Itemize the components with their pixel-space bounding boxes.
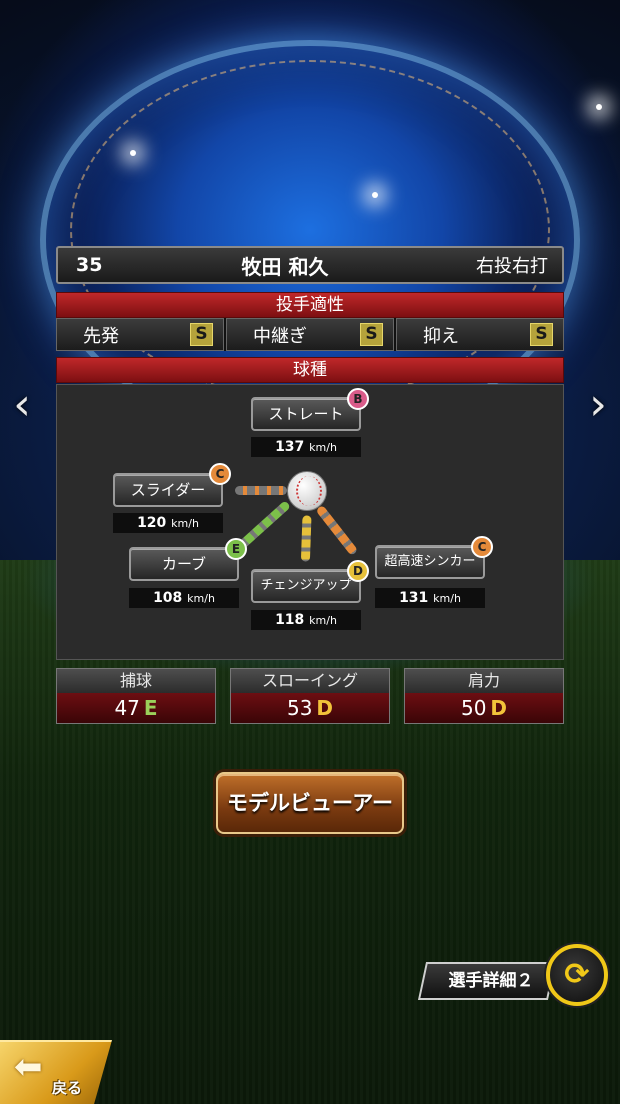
- pitch-speed: 118 km/h: [251, 610, 361, 630]
- aptitude-section-title: 投手適性: [56, 292, 564, 318]
- pitch-direction-slider: [235, 486, 287, 495]
- grade-badge: S: [190, 323, 213, 346]
- stat-throwing: スローイング 53 D: [230, 668, 390, 724]
- player-number: 35: [76, 254, 103, 276]
- grade-badge: S: [360, 323, 383, 346]
- stat-value: 47 E: [57, 693, 215, 723]
- pitch-speed: 120 km/h: [113, 513, 223, 533]
- grade-badge: S: [530, 323, 553, 346]
- pitch-button-changeup[interactable]: チェンジアップ: [251, 569, 361, 603]
- pitch-direction-sinker: [315, 504, 359, 556]
- player-header: 35 牧田 和久 右投右打: [56, 246, 564, 284]
- player-name: 牧田 和久: [241, 254, 329, 279]
- baseball-icon: [287, 471, 327, 511]
- aptitude-row: 先発 S 中継ぎ S 抑え S: [56, 318, 564, 351]
- pitch-grade-badge: E: [225, 538, 247, 560]
- stat-arm-strength: 肩力 50 D: [404, 668, 564, 724]
- pitch-button-slider[interactable]: スライダー: [113, 473, 223, 507]
- throw-bat-type: 右投右打: [476, 256, 548, 277]
- stat-catching: 捕球 47 E: [56, 668, 216, 724]
- stat-value: 50 D: [405, 693, 563, 723]
- back-label[interactable]: 戻る: [52, 1077, 92, 1099]
- pitch-button-super-sinker[interactable]: 超高速シンカー: [375, 545, 485, 579]
- pitch-speed: 108 km/h: [129, 588, 239, 608]
- pitch-speed: 137 km/h: [251, 437, 361, 457]
- stat-value: 53 D: [231, 693, 389, 723]
- pitch-chart-panel: ストレート B 137 km/h スライダー C 120 km/h カーブ E …: [56, 384, 564, 660]
- stat-label: 捕球: [57, 669, 215, 693]
- aptitude-label: 中継ぎ: [253, 325, 307, 347]
- pitch-button-straight[interactable]: ストレート: [251, 397, 361, 431]
- pitch-direction-changeup: [300, 515, 312, 562]
- pitch-grade-badge: C: [209, 463, 231, 485]
- model-viewer-button[interactable]: モデルビューアー: [216, 772, 404, 834]
- chevron-right-icon[interactable]: ›: [580, 382, 616, 428]
- aptitude-starter: 先発 S: [56, 318, 224, 351]
- stat-label: スローイング: [231, 669, 389, 693]
- stat-label: 肩力: [405, 669, 563, 693]
- pitch-grade-badge: D: [347, 560, 369, 582]
- pitch-grade-badge: C: [471, 536, 493, 558]
- aptitude-closer: 抑え S: [396, 318, 564, 351]
- pitch-grade-badge: B: [347, 388, 369, 410]
- aptitude-middle-relief: 中継ぎ S: [226, 318, 394, 351]
- player-detail-label[interactable]: 選手詳細２: [436, 962, 546, 1000]
- aptitude-label: 抑え: [423, 325, 459, 347]
- pitch-direction-curve: [237, 500, 292, 550]
- sparkle-decoration: [596, 104, 602, 110]
- swap-cycle-icon[interactable]: ⟳: [546, 944, 608, 1006]
- sparkle-decoration: [130, 150, 136, 156]
- pitch-speed: 131 km/h: [375, 588, 485, 608]
- pitch-button-curve[interactable]: カーブ: [129, 547, 239, 581]
- chevron-left-icon[interactable]: ‹: [4, 382, 40, 428]
- pitch-section-title: 球種: [56, 357, 564, 383]
- aptitude-label: 先発: [83, 325, 119, 347]
- sparkle-decoration: [372, 192, 378, 198]
